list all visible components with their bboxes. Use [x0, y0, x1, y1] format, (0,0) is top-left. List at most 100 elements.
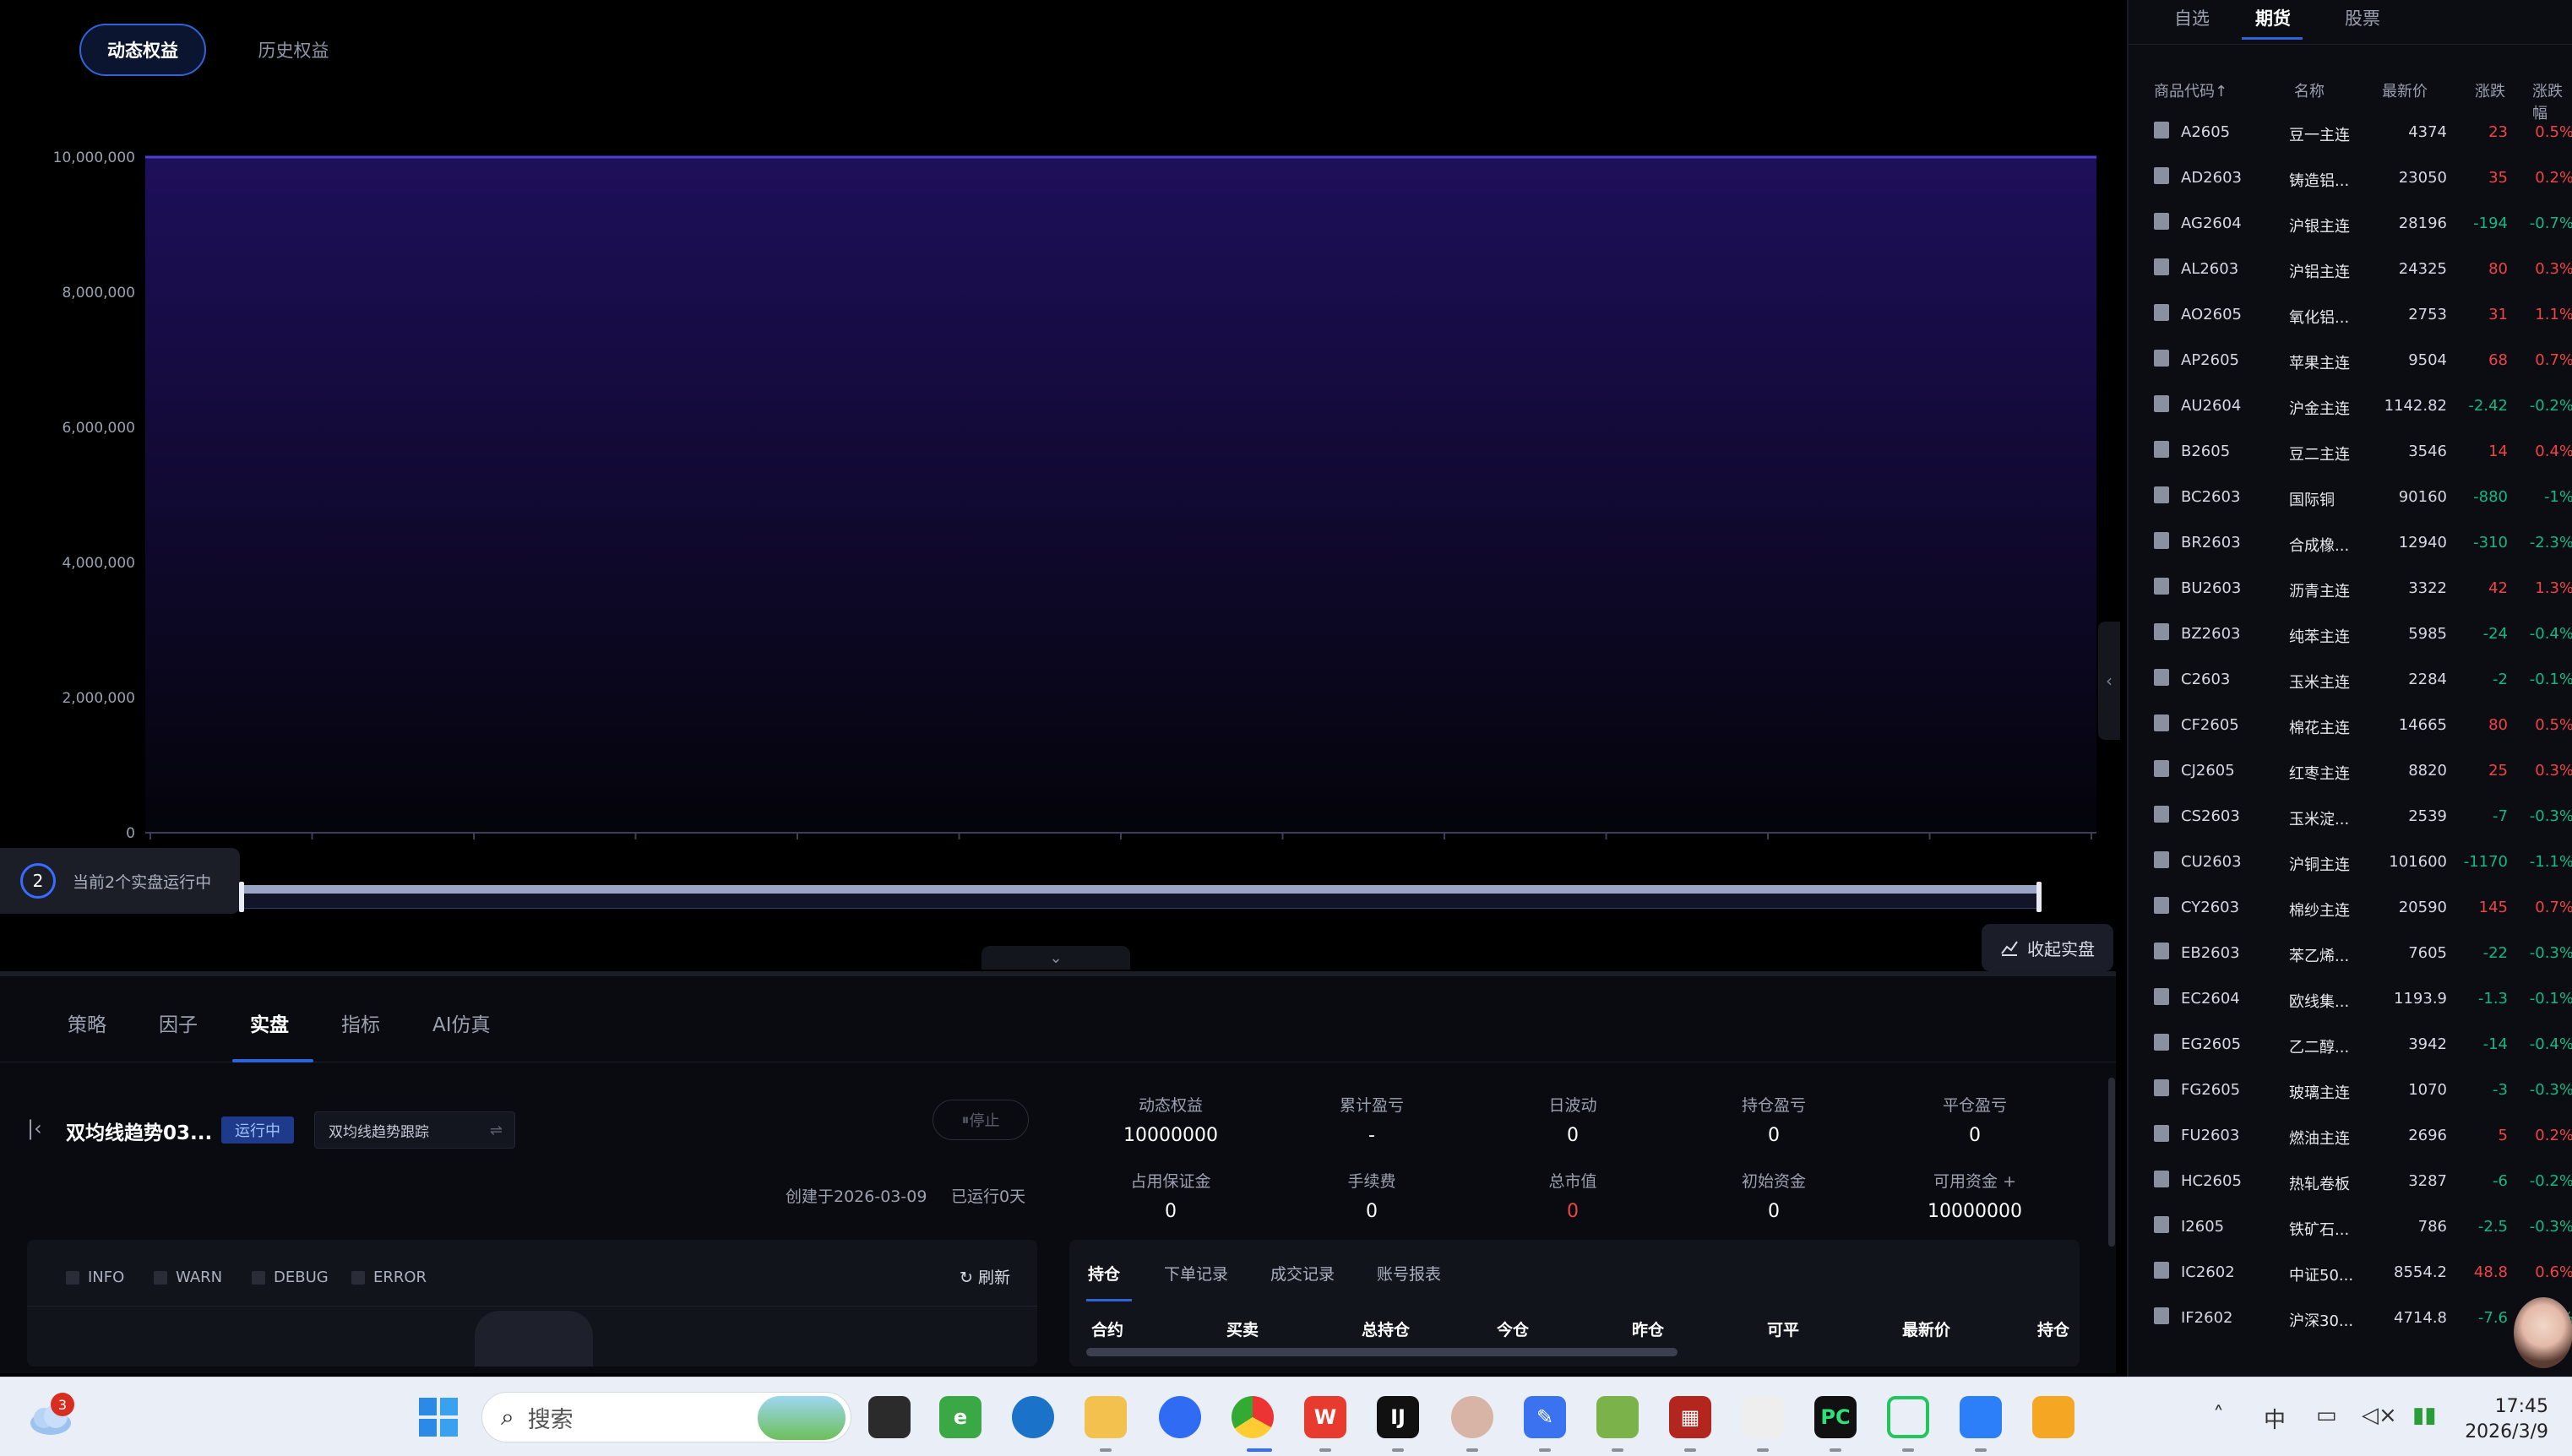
- log-filter-info[interactable]: INFO: [66, 1269, 124, 1286]
- market-row[interactable]: EC2604 欧线集... 1193.9 -1.3 -0.1%: [2129, 975, 2572, 1020]
- taskbar-search[interactable]: ⌕ 搜索: [481, 1392, 851, 1442]
- market-row[interactable]: I2605 铁矿石... 786 -2.5 -0.3%: [2129, 1203, 2572, 1248]
- intellij-icon[interactable]: IJ: [1377, 1396, 1419, 1438]
- bookmark-icon[interactable]: [2154, 988, 2169, 1005]
- bookmark-icon[interactable]: [2154, 1307, 2169, 1324]
- bookmark-icon[interactable]: [2154, 578, 2169, 595]
- bookmark-icon[interactable]: [2154, 943, 2169, 959]
- chevron-down-icon[interactable]: ⌄: [981, 946, 1130, 970]
- market-row[interactable]: IC2602 中证50... 8554.2 48.8 0.6%: [2129, 1248, 2572, 1294]
- checkbox[interactable]: [66, 1270, 79, 1285]
- slider-selected-range[interactable]: [241, 885, 2040, 894]
- market-row[interactable]: AP2605 苹果主连 9504 68 0.7%: [2129, 336, 2572, 382]
- windows-start-icon[interactable]: [417, 1396, 459, 1438]
- bookmark-icon[interactable]: [2154, 122, 2169, 139]
- bookmark-icon[interactable]: [2154, 623, 2169, 640]
- bookmark-icon[interactable]: [2154, 350, 2169, 367]
- market-row[interactable]: A2605 豆一主连 4374 23 0.5%: [2129, 108, 2572, 154]
- ime-icon[interactable]: 中: [2264, 1403, 2286, 1434]
- wps-icon[interactable]: W: [1304, 1396, 1346, 1438]
- market-row[interactable]: CY2603 棉纱主连 20590 145 0.7%: [2129, 883, 2572, 929]
- bookmark-icon[interactable]: [2154, 1262, 2169, 1279]
- battery-icon[interactable]: ▮▮: [2412, 1403, 2437, 1428]
- slider-handle-left[interactable]: [239, 882, 244, 912]
- bookmark-icon[interactable]: [2154, 395, 2169, 412]
- bookmark-icon[interactable]: [2154, 1034, 2169, 1051]
- tab-strategy[interactable]: 策略: [68, 1008, 106, 1037]
- market-row[interactable]: AL2603 沪铝主连 24325 80 0.3%: [2129, 245, 2572, 291]
- stop-button[interactable]: ⏸ 停止: [933, 1100, 1029, 1140]
- plus-icon[interactable]: +: [2003, 1172, 2016, 1191]
- checkbox[interactable]: [252, 1270, 265, 1285]
- tab-positions[interactable]: 持仓: [1088, 1262, 1120, 1285]
- avatar-app-icon[interactable]: [1451, 1396, 1493, 1438]
- bookmark-icon[interactable]: [2154, 532, 2169, 549]
- bookmark-icon[interactable]: [2154, 669, 2169, 686]
- market-row[interactable]: BR2603 合成橡... 12940 -310 -2.3%: [2129, 519, 2572, 564]
- market-row[interactable]: EB2603 苯乙烯... 7605 -22 -0.3%: [2129, 929, 2572, 975]
- bookmark-icon[interactable]: [2154, 167, 2169, 184]
- bookmark-icon[interactable]: [2154, 213, 2169, 230]
- system-clock[interactable]: 17:45 2026/3/9: [2465, 1394, 2548, 1445]
- market-row[interactable]: BC2603 国际铜 90160 -880 -1%: [2129, 473, 2572, 519]
- tab-trades[interactable]: 成交记录: [1270, 1262, 1335, 1285]
- bird-app-icon[interactable]: [1742, 1396, 1784, 1438]
- market-row[interactable]: CF2605 棉花主连 14665 80 0.5%: [2129, 701, 2572, 747]
- bookmark-icon[interactable]: [2154, 1216, 2169, 1233]
- market-row[interactable]: CU2603 沪铜主连 101600 -1170 -1.1%: [2129, 838, 2572, 883]
- column-header-change[interactable]: 涨跌: [2475, 79, 2505, 101]
- chevron-up-icon[interactable]: ˄: [2213, 1403, 2224, 1428]
- browser-e-icon[interactable]: e: [939, 1396, 981, 1438]
- market-row[interactable]: AU2604 沪金主连 1142.82 -2.42 -0.2%: [2129, 382, 2572, 427]
- chevron-left-icon[interactable]: |‹: [27, 1116, 42, 1140]
- pycharm-icon[interactable]: PC: [1814, 1396, 1857, 1438]
- bookmark-icon[interactable]: [2154, 806, 2169, 823]
- bookmark-icon[interactable]: [2154, 441, 2169, 458]
- tab-account-report[interactable]: 账号报表: [1377, 1262, 1441, 1285]
- market-row[interactable]: CS2603 玉米淀... 2539 -7 -0.3%: [2129, 792, 2572, 838]
- market-row[interactable]: AD2603 铸造铝... 23050 35 0.2%: [2129, 154, 2572, 199]
- volume-muted-icon[interactable]: ◁×: [2362, 1403, 2397, 1428]
- editor-icon[interactable]: ✎: [1524, 1396, 1566, 1438]
- checkbox[interactable]: [154, 1270, 167, 1285]
- column-header-price[interactable]: 最新价: [2382, 79, 2428, 101]
- market-row[interactable]: IF2602沪深30...4714.8-7.6-0.2%: [2129, 1294, 2572, 1339]
- bookmark-icon[interactable]: [2154, 486, 2169, 503]
- market-row[interactable]: B2605 豆二主连 3546 14 0.4%: [2129, 427, 2572, 473]
- log-filter-error[interactable]: ERROR: [351, 1269, 427, 1286]
- assistant-avatar[interactable]: [2514, 1297, 2572, 1368]
- column-header-name[interactable]: 名称: [2294, 79, 2325, 101]
- tab-watchlist[interactable]: 自选: [2174, 5, 2210, 30]
- checkbox[interactable]: [351, 1270, 365, 1285]
- bookmark-icon[interactable]: [2154, 1125, 2169, 1142]
- grid-app-icon[interactable]: ▦: [1669, 1396, 1711, 1438]
- market-row[interactable]: BZ2603 纯苯主连 5985 -24 -0.4%: [2129, 610, 2572, 655]
- bookmark-icon[interactable]: [2154, 1079, 2169, 1096]
- market-row[interactable]: FG2605 玻璃主连 1070 -3 -0.3%: [2129, 1066, 2572, 1111]
- fold-live-button[interactable]: 收起实盘: [1982, 924, 2113, 971]
- log-filter-debug[interactable]: DEBUG: [252, 1269, 329, 1286]
- market-row[interactable]: CJ2605 红枣主连 8820 25 0.3%: [2129, 747, 2572, 792]
- feishu-icon[interactable]: [1960, 1396, 2002, 1438]
- bookmark-icon[interactable]: [2154, 304, 2169, 321]
- message-icon[interactable]: [1887, 1396, 1929, 1438]
- chevron-left-icon[interactable]: ‹: [2098, 622, 2120, 740]
- vertical-scrollbar[interactable]: [2108, 1078, 2115, 1247]
- log-filter-warn[interactable]: WARN: [154, 1269, 222, 1286]
- tab-futures[interactable]: 期货: [2255, 5, 2291, 30]
- bookmark-icon[interactable]: [2154, 1171, 2169, 1187]
- bookmark-icon[interactable]: [2154, 714, 2169, 731]
- strategy-selector[interactable]: 双均线趋势跟踪 ⇌: [314, 1111, 515, 1149]
- edge-icon[interactable]: [1012, 1396, 1054, 1438]
- market-row[interactable]: HC2605 热轧卷板 3287 -6 -0.2%: [2129, 1157, 2572, 1203]
- market-row[interactable]: EG2605 乙二醇... 3942 -14 -0.4%: [2129, 1020, 2572, 1066]
- task-view-icon[interactable]: [868, 1396, 911, 1438]
- bookmark-icon[interactable]: [2154, 851, 2169, 868]
- chart-range-slider[interactable]: [239, 882, 2042, 912]
- market-row[interactable]: BU2603 沥青主连 3322 42 1.3%: [2129, 564, 2572, 610]
- slider-handle-right[interactable]: [2036, 882, 2042, 912]
- chrome-icon[interactable]: [1232, 1396, 1274, 1438]
- bookmark-icon[interactable]: [2154, 897, 2169, 914]
- tab-history-equity[interactable]: 历史权益: [245, 24, 342, 76]
- market-row[interactable]: FU2603 燃油主连 2696 5 0.2%: [2129, 1111, 2572, 1157]
